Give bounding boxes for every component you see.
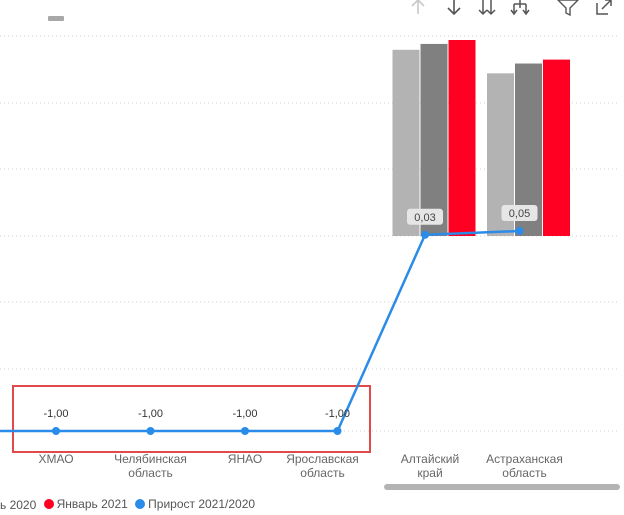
data-label: 0,05 — [509, 208, 530, 220]
legend-item-january-2020[interactable]: ь 2020 — [0, 498, 36, 512]
data-label: -1,00 — [43, 408, 68, 420]
x-tick-label: область — [128, 466, 172, 480]
x-tick-label: область — [502, 466, 546, 480]
x-tick-label: ЯНАО — [228, 452, 262, 466]
growth-point — [241, 427, 249, 435]
legend-label: Прирост 2021/2020 — [148, 497, 256, 511]
growth-point — [333, 427, 342, 435]
growth-point — [52, 427, 60, 435]
x-tick-label: Ярославская — [286, 452, 359, 466]
x-tick-label: Астраханская — [486, 452, 563, 466]
legend-item-growth[interactable]: Прирост 2021/2020 — [135, 497, 255, 511]
legend-label: Январь 2021 — [56, 497, 128, 511]
bar — [392, 49, 420, 236]
legend-label: ь 2020 — [0, 498, 37, 512]
data-label: 0,03 — [414, 212, 435, 224]
plot-area: -1,00 -1,00 -1,00 -1,00 0,03 0,05 ХМАО Челябинс… — [0, 35, 620, 480]
x-tick-label: край — [417, 466, 442, 480]
chart-visual: -1,00 -1,00 -1,00 -1,00 0,03 0,05 ХМАО Челябинс… — [0, 0, 624, 515]
bar — [448, 40, 476, 236]
legend-item-january-2021[interactable]: Январь 2021 — [43, 497, 128, 511]
horizontal-scrollbar[interactable] — [384, 484, 620, 490]
data-label: -1,00 — [232, 408, 257, 420]
data-label: -1,00 — [325, 408, 350, 420]
legend-dot-red — [43, 499, 54, 509]
x-tick-label: Алтайский — [401, 452, 459, 466]
growth-point — [515, 227, 524, 235]
x-tick-label: Челябинская — [114, 452, 187, 466]
data-label: -1,00 — [138, 408, 163, 420]
legend-dot-blue — [135, 499, 146, 509]
growth-point — [146, 427, 155, 435]
x-tick-label: область — [300, 466, 344, 480]
bar — [543, 59, 570, 236]
growth-line — [0, 229, 520, 433]
legend: ь 2020 Январь 2021 Прирост 2021/2020 — [0, 497, 259, 513]
bar — [420, 43, 448, 236]
growth-point — [421, 230, 429, 239]
x-tick-label: ХМАО — [38, 452, 73, 466]
